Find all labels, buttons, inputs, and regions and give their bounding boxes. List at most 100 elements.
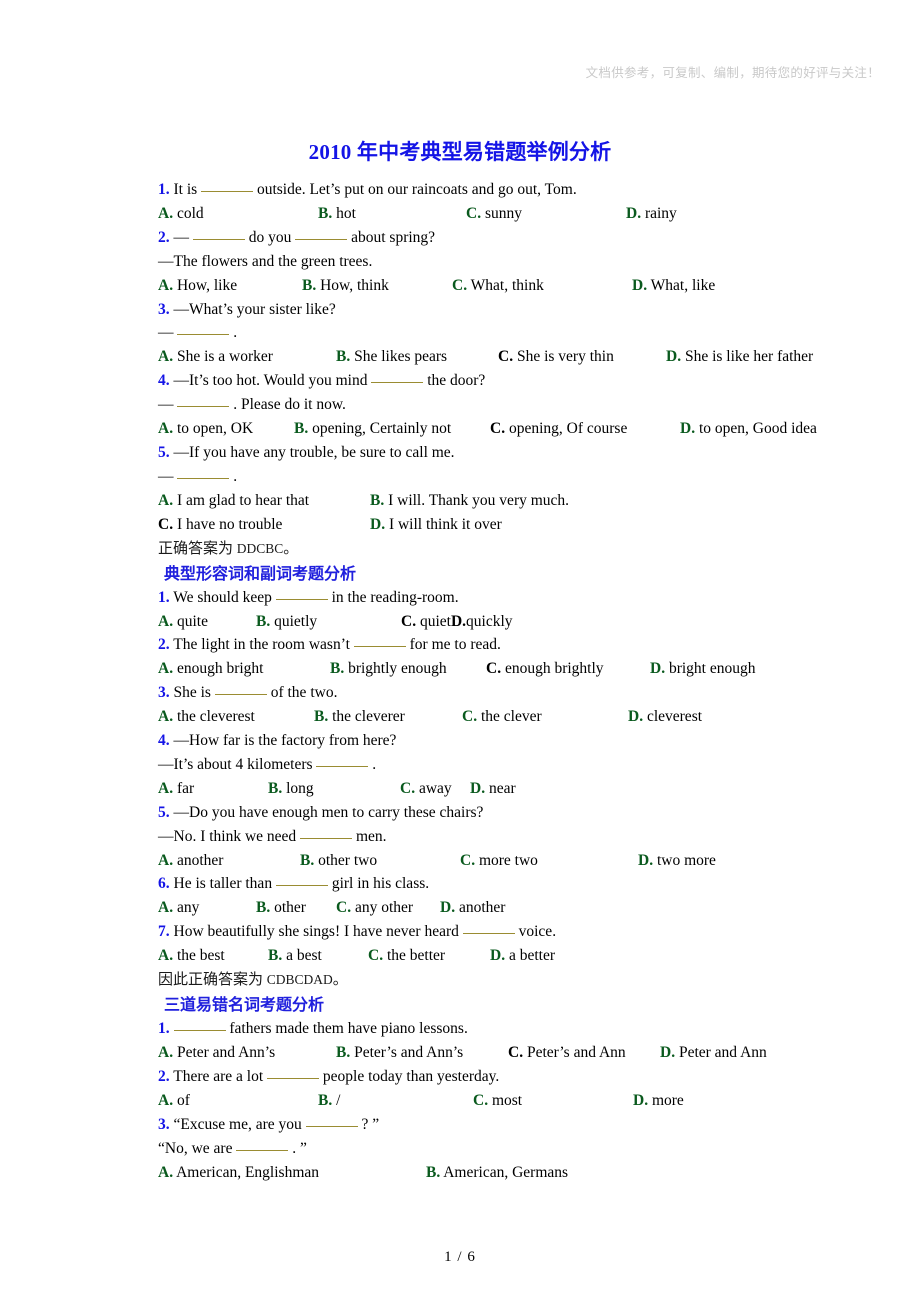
option-text: two more [653,851,716,869]
option-c[interactable]: C. I have no trouble [158,513,370,537]
option-text: opening, Of course [505,420,628,438]
stem-text: . [233,324,238,342]
option-a[interactable]: A. far [158,777,268,801]
option-row: A. of B. / C. most D. more [158,1089,858,1113]
option-d[interactable]: D. another [440,896,505,920]
answer-blank [173,1020,226,1032]
option-b[interactable]: B. I will. Thank you very much. [370,489,569,513]
option-c[interactable]: C. quiet [401,610,451,634]
option-d[interactable]: D. a better [490,944,555,968]
stem-text: —Do you have enough men to carry these c… [173,803,484,821]
option-c[interactable]: C. Peter’s and Ann [508,1041,660,1065]
question-number: 1. [158,588,170,606]
answer-key-code: CDBCDAD [266,972,333,988]
option-d[interactable]: D. cleverest [628,705,702,729]
option-letter: A. [158,708,174,726]
option-c[interactable]: C. away [400,777,470,801]
option-d[interactable]: D. I will think it over [370,513,502,537]
stem-text: —It’s too hot. Would you mind [173,372,372,390]
answer-blank [177,396,230,408]
answer-blank [300,828,353,839]
option-b[interactable]: B. other [256,896,336,920]
question-stem: 6. He is taller than girl in his class. [158,872,858,896]
option-c[interactable]: C. more two [460,849,638,873]
option-a[interactable]: A. to open, OK [158,417,294,441]
option-text: I will. Thank you very much. [384,491,570,509]
option-d[interactable]: D. What, like [632,274,715,298]
option-d[interactable]: D. to open, Good idea [680,417,817,441]
stem-text: —The flowers and the green trees. [158,252,373,270]
option-a[interactable]: A. of [158,1089,318,1113]
option-a[interactable]: A. the best [158,944,268,968]
answer-key-suffix: 。 [332,972,348,989]
option-letter: A. [158,851,174,869]
option-c[interactable]: C. most [473,1089,633,1113]
section-heading: 三道易错名词考题分析 [164,995,325,1015]
option-d[interactable]: D. rainy [626,202,677,226]
option-c[interactable]: C. She is very thin [498,345,666,369]
option-d[interactable]: D.quickly [451,610,513,634]
option-b[interactable]: B. quietly [256,610,401,634]
option-text: She is very thin [513,348,614,366]
option-a[interactable]: A. the cleverest [158,705,314,729]
option-c[interactable]: C. sunny [466,202,626,226]
option-letter: D. [470,779,486,797]
option-a[interactable]: A. another [158,849,300,873]
option-letter: B. [256,612,271,630]
answer-blank [236,1140,289,1151]
option-b[interactable]: B. the cleverer [314,705,462,729]
question-stem: 4. —It’s too hot. Would you mind the doo… [158,369,858,393]
option-b[interactable]: B. / [318,1089,473,1113]
option-b[interactable]: B. brightly enough [330,657,486,681]
option-letter: D. [370,515,386,533]
option-text: How, like [173,276,238,294]
option-b[interactable]: B. long [268,777,400,801]
option-c[interactable]: C. What, think [452,274,632,298]
option-a[interactable]: A. any [158,896,256,920]
option-d[interactable]: D. She is like her father [666,345,813,369]
option-a[interactable]: A. cold [158,202,318,226]
option-b[interactable]: B. How, think [302,274,452,298]
option-c[interactable]: C. enough brightly [486,657,650,681]
option-text: Peter’s and Ann’s [350,1044,464,1061]
option-d[interactable]: D. Peter and Ann [660,1041,767,1065]
option-d[interactable]: D. near [470,777,516,801]
option-a[interactable]: A. quite [158,610,256,634]
option-text: What, think [467,276,544,294]
stem-text: men. [355,827,387,845]
option-letter: A. [158,660,174,678]
option-letter: D. [680,420,696,438]
option-b[interactable]: B. Peter’s and Ann’s [336,1041,508,1065]
option-letter: B. [256,899,271,917]
option-b[interactable]: B. a best [268,944,368,968]
option-letter: D. [633,1091,649,1109]
option-c[interactable]: C. opening, Of course [490,417,680,441]
stem-text: of the two. [270,684,338,702]
option-text: the better [383,947,446,965]
option-a[interactable]: A. How, like [158,274,302,298]
stem-text: We should keep [173,588,276,606]
option-c[interactable]: C. the clever [462,705,628,729]
option-b[interactable]: B. opening, Certainly not [294,417,490,441]
option-a[interactable]: A. I am glad to hear that [158,489,370,513]
option-a[interactable]: A. She is a worker [158,345,336,369]
option-b[interactable]: B. hot [318,202,466,226]
option-a[interactable]: A. enough bright [158,657,330,681]
option-b[interactable]: B. She likes pears [336,345,498,369]
option-d[interactable]: D. bright enough [650,657,755,681]
option-d[interactable]: D. two more [638,849,716,873]
option-d[interactable]: D. more [633,1089,684,1113]
answer-blank [275,875,328,887]
stem-text: How beautifully she sings! I have never … [173,923,463,941]
answer-key-line: 因此正确答案为 CDBCDAD。 [158,968,858,992]
option-letter: A. [158,1163,174,1181]
stem-text: ? ” [361,1115,380,1133]
option-letter: D. [628,708,644,726]
option-b[interactable]: B. other two [300,849,460,873]
option-c[interactable]: C. any other [336,896,440,920]
option-c[interactable]: C. the better [368,944,490,968]
option-row: A. cold B. hot C. sunny D. rainy [158,202,858,226]
option-b[interactable]: B. American, Germans [426,1161,568,1185]
option-a[interactable]: A. American, Englishman [158,1161,426,1185]
option-a[interactable]: A. Peter and Ann’s [158,1041,336,1065]
